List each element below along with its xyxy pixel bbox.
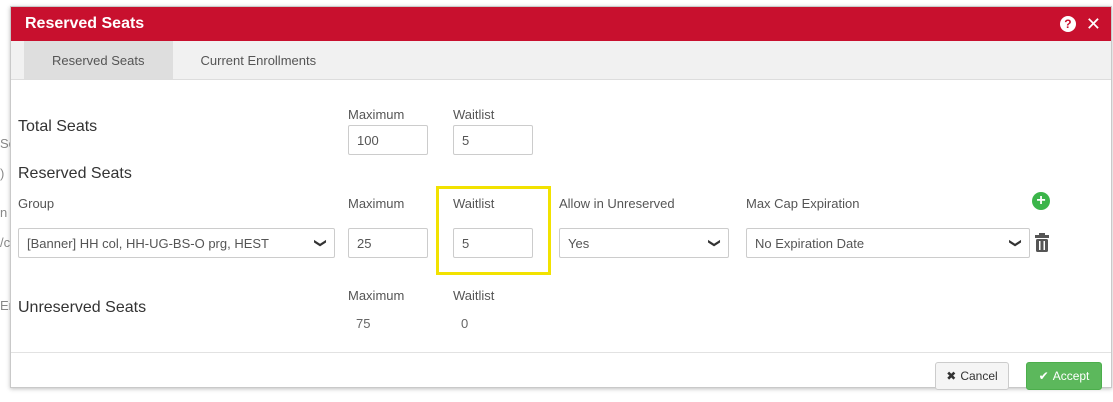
- accept-button-label: Accept: [1052, 369, 1090, 383]
- reserved-seats-heading: Reserved Seats: [18, 165, 132, 182]
- unreserved-maximum-label: Maximum: [348, 288, 405, 303]
- reserved-seats-dialog: Reserved Seats ? ✕ Reserved Seats Curren…: [10, 6, 1112, 390]
- allow-unreserved-label: Allow in Unreserved: [559, 196, 675, 211]
- cancel-button-label: Cancel: [960, 369, 998, 383]
- chevron-down-icon: ❯: [707, 237, 722, 249]
- chevron-down-icon: ❯: [313, 237, 328, 249]
- tab-reserved-seats[interactable]: Reserved Seats: [24, 41, 173, 79]
- total-seats-heading: Total Seats: [18, 118, 98, 135]
- accept-button[interactable]: ✔ Accept: [1026, 362, 1102, 390]
- total-maximum-label: Maximum: [348, 107, 405, 122]
- tab-current-enrollments[interactable]: Current Enrollments: [173, 41, 345, 79]
- total-waitlist-input[interactable]: 5: [453, 125, 533, 155]
- trash-icon[interactable]: [1034, 233, 1050, 253]
- close-icon[interactable]: ✕: [1086, 15, 1101, 33]
- unreserved-seats-heading: Unreserved Seats: [18, 299, 147, 316]
- titlebar-icons: ? ✕: [1059, 15, 1101, 33]
- checkmark-icon: ✔: [1038, 369, 1049, 383]
- waitlist-highlight-box: [436, 186, 551, 275]
- total-waitlist-label: Waitlist: [453, 107, 495, 122]
- max-cap-expiration-label: Max Cap Expiration: [746, 196, 860, 211]
- tab-bar: Reserved Seats Current Enrollments: [11, 41, 1111, 80]
- allow-unreserved-select[interactable]: Yes ❯: [559, 228, 729, 258]
- background-text: n: [0, 205, 8, 220]
- group-select[interactable]: [Banner] HH col, HH-UG-BS-O prg, HEST ❯: [18, 228, 335, 258]
- footer-divider: [11, 352, 1111, 353]
- background-text: /c: [0, 235, 11, 250]
- chevron-down-icon: ❯: [1008, 237, 1023, 249]
- help-icon[interactable]: ?: [1059, 16, 1076, 32]
- cancel-button[interactable]: ✖ Cancel: [935, 362, 1009, 390]
- group-column-label: Group: [18, 196, 55, 211]
- allow-unreserved-value: Yes: [568, 235, 590, 251]
- unreserved-waitlist-label: Waitlist: [453, 288, 495, 303]
- max-cap-expiration-select[interactable]: No Expiration Date ❯: [746, 228, 1030, 258]
- close-icon: ✖: [946, 369, 957, 383]
- total-maximum-input[interactable]: 100: [348, 125, 428, 155]
- unreserved-maximum-value: 75: [356, 316, 371, 331]
- background-text: ): [0, 166, 5, 181]
- reserved-maximum-input[interactable]: 25: [348, 228, 428, 258]
- reserved-maximum-label: Maximum: [348, 196, 405, 211]
- add-row-icon[interactable]: +: [1032, 192, 1050, 210]
- dialog-titlebar: Reserved Seats ? ✕: [11, 7, 1111, 41]
- unreserved-waitlist-value: 0: [461, 316, 469, 331]
- max-cap-expiration-value: No Expiration Date: [755, 235, 865, 251]
- group-select-value: [Banner] HH col, HH-UG-BS-O prg, HEST: [27, 235, 269, 251]
- dialog-title: Reserved Seats: [25, 15, 145, 32]
